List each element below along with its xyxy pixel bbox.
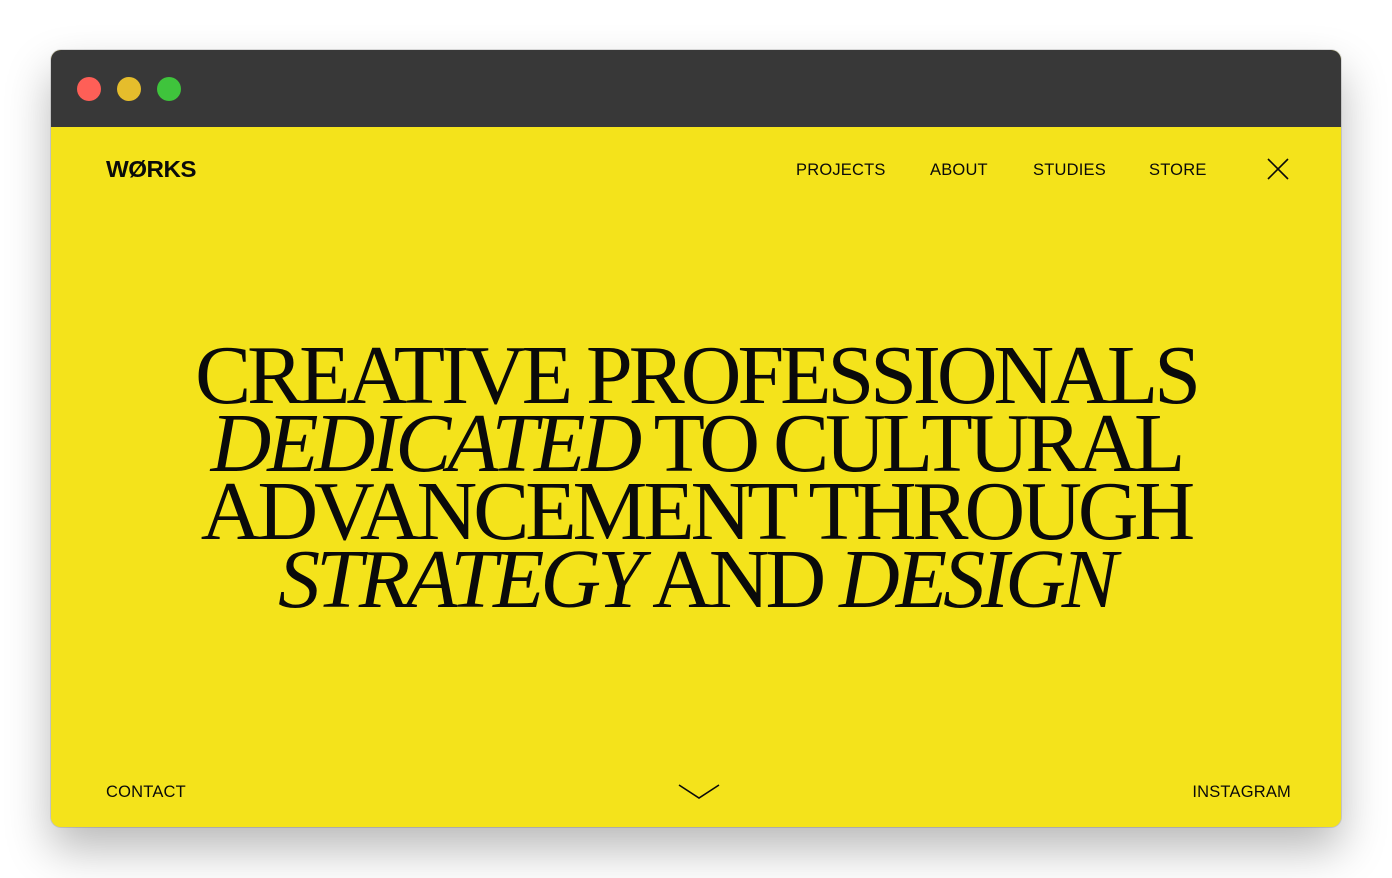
window-titlebar bbox=[51, 50, 1341, 127]
window-maximize-button[interactable] bbox=[157, 77, 181, 101]
hero-word-design: DESIGN bbox=[839, 533, 1118, 626]
nav-store[interactable]: STORE bbox=[1149, 160, 1207, 180]
close-icon[interactable] bbox=[1267, 158, 1289, 180]
nav-studies[interactable]: STUDIES bbox=[1033, 160, 1106, 180]
web-page: WØRKS PROJECTS ABOUT STUDIES STORE CREAT… bbox=[51, 127, 1341, 827]
browser-window: WØRKS PROJECTS ABOUT STUDIES STORE CREAT… bbox=[51, 50, 1341, 827]
footer-contact-link[interactable]: CONTACT bbox=[106, 782, 186, 802]
nav-projects[interactable]: PROJECTS bbox=[796, 160, 886, 180]
footer-instagram-link[interactable]: INSTAGRAM bbox=[1192, 782, 1291, 802]
window-minimize-button[interactable] bbox=[117, 77, 141, 101]
hero-word-strategy: STRATEGY bbox=[278, 533, 644, 626]
hero-word-and: AND bbox=[639, 533, 840, 626]
window-close-button[interactable] bbox=[77, 77, 101, 101]
site-logo[interactable]: WØRKS bbox=[106, 156, 196, 182]
nav-about[interactable]: ABOUT bbox=[930, 160, 988, 180]
hero-headline: CREATIVE PROFESSIONALS DEDICATED TO CULT… bbox=[51, 334, 1341, 622]
chevron-down-icon[interactable] bbox=[678, 783, 720, 801]
